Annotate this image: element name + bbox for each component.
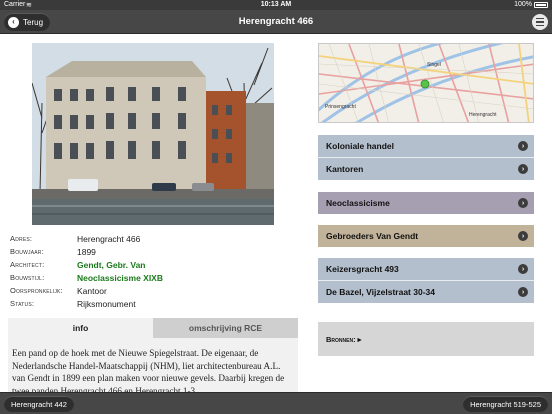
detail-row-status: Status: Rijksmonument	[10, 297, 300, 310]
map-label-singel: Singel	[427, 62, 441, 68]
detail-label: Adres:	[10, 234, 33, 243]
status-bar: Carrier ≋ 10:13 AM 100%	[0, 0, 552, 10]
link-neoclassicisme[interactable]: Neoclassicisme ›	[318, 192, 534, 214]
detail-label: Bouwstijl:	[10, 273, 45, 282]
location-map[interactable]: Singel Prinsengracht Herengracht	[318, 43, 534, 123]
chevron-right-icon: ›	[518, 164, 528, 174]
detail-row-bouwjaar: Bouwjaar: 1899	[10, 245, 300, 258]
link-label: Keizersgracht 493	[326, 264, 399, 274]
next-building-button[interactable]: Herengracht 519-525	[463, 396, 548, 412]
detail-value: Rijksmonument	[77, 298, 136, 309]
bottom-toolbar: Herengracht 442 Herengracht 519-525	[0, 392, 552, 414]
bronnen-toggle[interactable]: Bronnen: ▸	[318, 322, 534, 356]
detail-row-adres: Adres: Herengracht 466	[10, 232, 300, 245]
detail-label: Architect:	[10, 260, 45, 269]
tab-info[interactable]: info	[8, 318, 153, 338]
description-tabs: info omschrijving RCE	[8, 318, 298, 338]
link-label: Kantoren	[326, 164, 364, 174]
page-title: Herengracht 466	[238, 16, 314, 27]
previous-building-button[interactable]: Herengracht 442	[4, 396, 74, 412]
link-label: Gebroeders Van Gendt	[326, 231, 419, 241]
detail-row-architect: Architect: Gendt, Gebr. Van	[10, 258, 300, 271]
menu-button[interactable]	[532, 14, 548, 30]
detail-value: Herengracht 466	[77, 233, 141, 244]
chevron-right-icon: ›	[518, 231, 528, 241]
link-kantoren[interactable]: Kantoren ›	[318, 158, 534, 180]
tab-omschrijving-rce[interactable]: omschrijving RCE	[153, 318, 298, 338]
building-photo	[32, 43, 274, 225]
link-label: De Bazel, Vijzelstraat 30-34	[326, 287, 435, 297]
chevron-right-icon: ›	[518, 264, 528, 274]
detail-value: 1899	[77, 246, 96, 257]
description-text: Een pand op de hoek met de Nieuwe Spiege…	[8, 338, 298, 392]
architect-link[interactable]: Gendt, Gebr. Van	[77, 260, 146, 270]
detail-row-oorspronkelijk: Oorspronkelijk: Kantoor	[10, 284, 300, 297]
detail-value: Kantoor	[77, 285, 107, 296]
navigation-bar: ‹ Terug Herengracht 466	[0, 10, 552, 34]
link-koloniale-handel[interactable]: Koloniale handel ›	[318, 135, 534, 157]
battery-icon	[534, 2, 548, 8]
bouwstijl-link[interactable]: Neoclassicisme XIXB	[77, 273, 163, 283]
battery-percent: 100%	[514, 1, 532, 8]
link-gebroeders-van-gendt[interactable]: Gebroeders Van Gendt ›	[318, 225, 534, 247]
chevron-right-icon: ›	[518, 287, 528, 297]
chevron-right-icon: ›	[518, 198, 528, 208]
link-keizersgracht-493[interactable]: Keizersgracht 493 ›	[318, 258, 534, 280]
building-details: Adres: Herengracht 466 Bouwjaar: 1899 Ar…	[10, 232, 300, 310]
detail-label: Status:	[10, 299, 35, 308]
detail-label: Oorspronkelijk:	[10, 286, 63, 295]
link-label: Neoclassicisme	[326, 198, 390, 208]
detail-row-bouwstijl: Bouwstijl: Neoclassicisme XIXB	[10, 271, 300, 284]
map-label-herengracht: Herengracht	[469, 112, 497, 118]
clock: 10:13 AM	[260, 1, 292, 8]
map-label-prinsengracht: Prinsengracht	[325, 104, 356, 110]
detail-label: Bouwjaar:	[10, 247, 44, 256]
link-label: Koloniale handel	[326, 141, 395, 151]
chevron-right-icon: ›	[518, 141, 528, 151]
link-de-bazel[interactable]: De Bazel, Vijzelstraat 30-34 ›	[318, 281, 534, 303]
menu-icon	[536, 17, 544, 20]
